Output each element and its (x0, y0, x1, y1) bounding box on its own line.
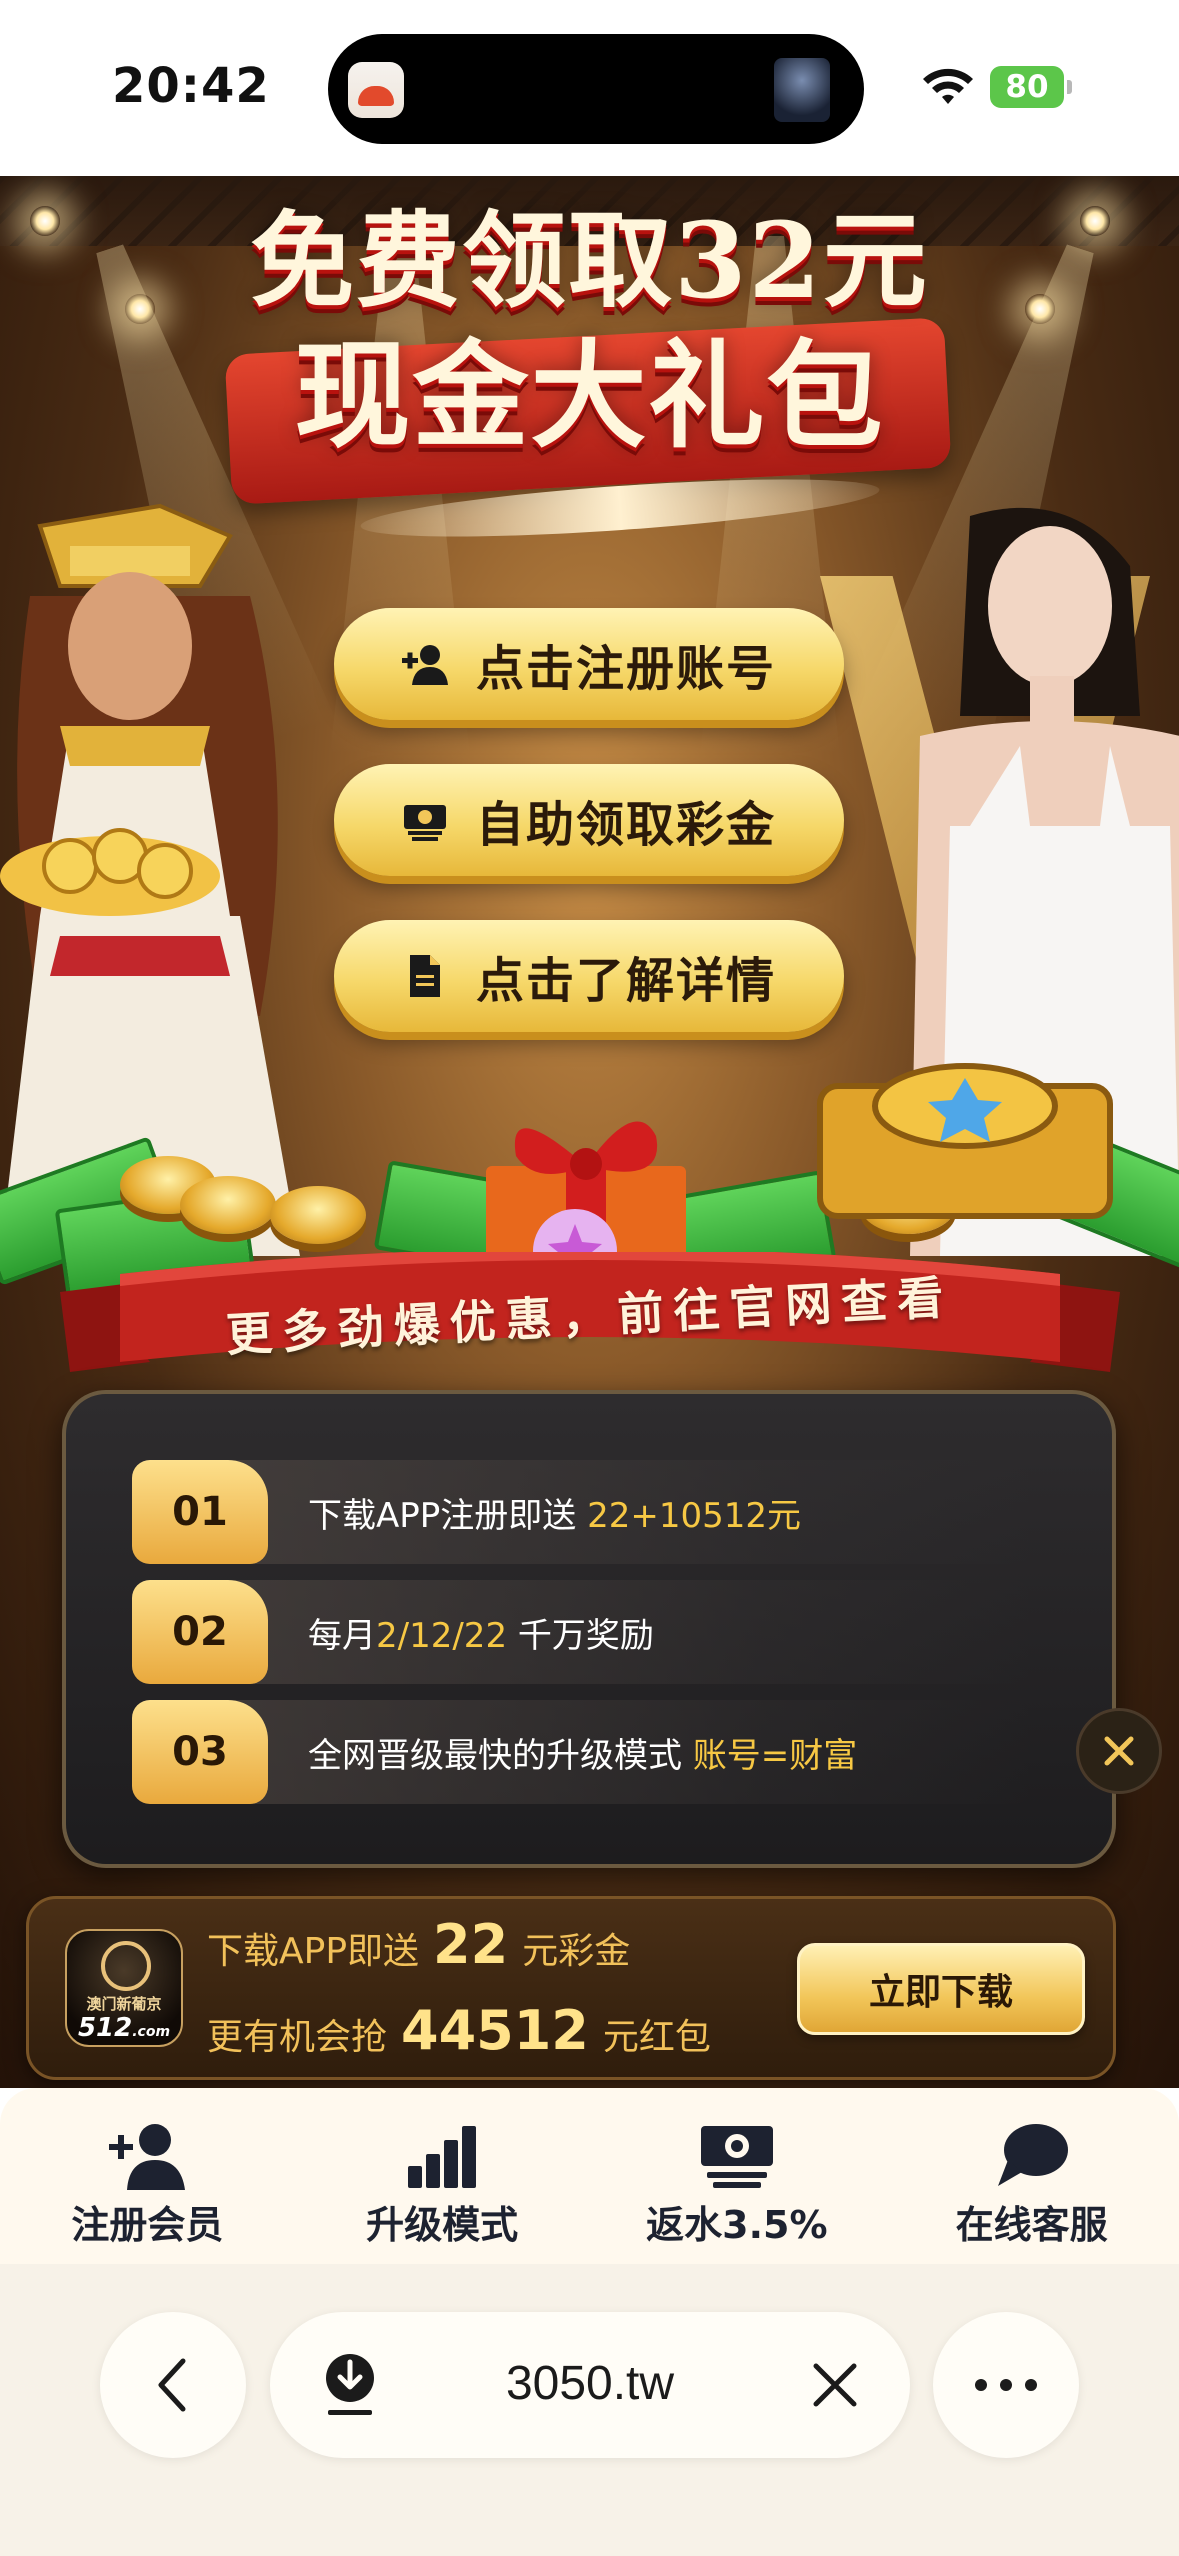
ellipsis-icon (975, 2379, 1037, 2391)
download-line-2-suffix: 元红包 (602, 2017, 711, 2058)
learn-details-button[interactable]: 点击了解详情 (334, 920, 844, 1032)
promo-number: 03 (132, 1700, 268, 1804)
browser-toolbar: 3050.tw (0, 2264, 1179, 2556)
learn-details-label: 点击了解详情 (475, 953, 776, 1009)
close-banner-button[interactable] (1076, 1708, 1162, 1794)
tab-label: 注册会员 (71, 2203, 224, 2247)
battery-level: 80 (1005, 69, 1049, 105)
download-line-1-prefix: 下载APP即送 (207, 1931, 420, 1972)
bar-chart-icon (408, 2126, 477, 2188)
register-account-label: 点击注册账号 (475, 641, 776, 697)
promo-row: 01 下载APP注册即送 22+10512元 (132, 1460, 1032, 1564)
status-bar: 20:42 80 (0, 0, 1179, 176)
now-playing-artwork (774, 58, 830, 122)
app-logo-number: 512 (77, 2013, 133, 2043)
close-tab-icon[interactable] (808, 2358, 862, 2412)
promo-text-main: 全网晋级最快的升级模式 (308, 1735, 682, 1776)
chevron-left-icon (158, 2358, 186, 2412)
chat-icon (997, 2124, 1068, 2186)
claim-bonus-label: 自助领取彩金 (475, 797, 776, 853)
promo-row: 03 全网晋级最快的升级模式 账号=财富 (132, 1700, 1032, 1804)
promo-row: 02 每月2/12/22 千万奖励 (132, 1580, 1032, 1684)
dynamic-island (328, 34, 864, 144)
promo-text: 全网晋级最快的升级模式 账号=财富 (308, 1728, 857, 1777)
tab-label: 返水3.5% (646, 2203, 828, 2247)
cash-icon (700, 2126, 773, 2188)
promo-text-suffix: 千万奖励 (517, 1615, 654, 1656)
tab-register-member[interactable]: 注册会员 (0, 2088, 295, 2264)
register-account-button[interactable]: 点击注册账号 (334, 608, 844, 720)
back-button[interactable] (100, 2312, 246, 2458)
tab-label: 升级模式 (366, 2203, 519, 2247)
address-bar[interactable]: 3050.tw (270, 2312, 910, 2458)
promo-number: 01 (132, 1460, 268, 1564)
tab-online-support[interactable]: 在线客服 (884, 2088, 1179, 2264)
app-logo-emblem (101, 1941, 151, 1991)
treasure-chest-image (817, 1063, 1113, 1219)
app-logo: 澳门新葡京 512.com (65, 1929, 183, 2047)
goddess-character-image (0, 503, 300, 1256)
promo-text-highlight: 2/12/22 (376, 1615, 508, 1656)
document-icon (409, 955, 440, 997)
live-activity-app-icon (348, 62, 404, 118)
download-now-button[interactable]: 立即下载 (797, 1943, 1085, 2035)
app-logo-domain: .com (132, 2024, 171, 2040)
download-line-1: 下载APP即送 22 元彩金 (207, 1913, 630, 1976)
tab-label: 在线客服 (955, 2203, 1108, 2247)
download-line-2-amount: 44512 (401, 1999, 589, 2062)
cash-icon (403, 805, 446, 841)
bottom-tab-bar: 注册会员 升级模式 返水3.5% 在线客服 (0, 2088, 1179, 2264)
more-options-button[interactable] (933, 2312, 1079, 2458)
promo-stage: 免费领取32元 现金大礼包 点击注册账号 自助领取彩金 点击了解详情 更多劲爆优… (0, 176, 1179, 2088)
battery-charging-icon: 80 (990, 66, 1072, 108)
download-line-1-suffix: 元彩金 (522, 1931, 631, 1972)
promo-text-highlight: 账号=财富 (692, 1735, 858, 1776)
tab-upgrade-mode[interactable]: 升级模式 (295, 2088, 590, 2264)
download-app-banner: 澳门新葡京 512.com 下载APP即送 22 元彩金 更有机会抢 44512… (26, 1896, 1116, 2080)
app-logo-brand: 512.com (67, 2013, 181, 2043)
promo-info-panel: 01 下载APP注册即送 22+10512元 02 每月2/12/22 千万奖励… (62, 1390, 1116, 1868)
add-user-icon (401, 645, 448, 685)
headline-line-1: 免费领取32元 (250, 199, 929, 322)
claim-bonus-button[interactable]: 自助领取彩金 (334, 764, 844, 876)
download-line-1-amount: 22 (433, 1913, 509, 1976)
download-line-2-prefix: 更有机会抢 (207, 2017, 388, 2058)
gold-coin-image (270, 1186, 366, 1244)
tab-rebate[interactable]: 返水3.5% (590, 2088, 885, 2264)
promo-text-main: 每月 (308, 1615, 376, 1656)
app-logo-caption: 澳门新葡京 (86, 1995, 162, 2013)
wifi-icon (923, 68, 973, 104)
promo-text: 下载APP注册即送 22+10512元 (308, 1488, 801, 1537)
promo-text: 每月2/12/22 千万奖励 (308, 1608, 654, 1657)
promo-number: 02 (132, 1580, 268, 1684)
promo-text-main: 下载APP注册即送 (308, 1495, 577, 1536)
status-time: 20:42 (112, 58, 270, 114)
download-line-2: 更有机会抢 44512 元红包 (207, 1999, 711, 2062)
headline: 免费领取32元 现金大礼包 (0, 196, 1179, 466)
gold-coin-image (180, 1176, 276, 1234)
add-user-icon (109, 2124, 186, 2190)
promo-text-highlight: 22+10512元 (587, 1495, 801, 1536)
close-icon (1104, 1736, 1134, 1766)
headline-line-2: 现金大礼包 (294, 328, 885, 464)
